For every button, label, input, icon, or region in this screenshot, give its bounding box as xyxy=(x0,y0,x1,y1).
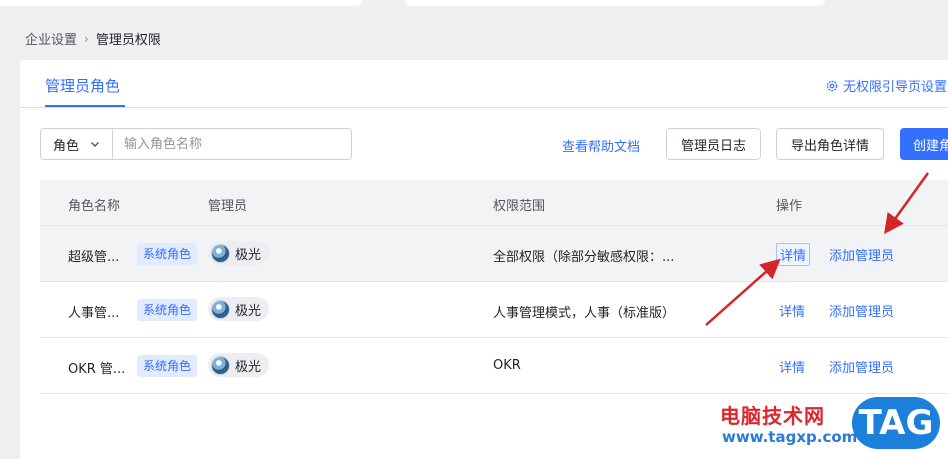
system-role-badge: 系统角色 xyxy=(137,243,198,265)
filter-select-value: 角色 xyxy=(53,138,80,154)
gear-icon xyxy=(826,80,838,91)
permission-scope: OKR xyxy=(493,358,521,373)
column-header-role-name: 角色名称 xyxy=(68,199,121,214)
tab-active-indicator xyxy=(45,105,125,107)
watermark-url: www.tagxp.com xyxy=(722,428,858,446)
filter-type-select[interactable]: 角色 xyxy=(41,129,113,159)
admin-name: 极光 xyxy=(235,359,262,375)
avatar xyxy=(211,243,230,263)
role-name: 超级管... xyxy=(68,250,120,265)
watermark-tag-logo: TAG xyxy=(852,397,940,449)
admin-name: 极光 xyxy=(235,303,262,319)
avatar xyxy=(211,299,230,319)
no-permission-guide-settings-link[interactable]: 无权限引导页设置 xyxy=(825,76,947,95)
roles-table: 角色名称 管理员 权限范围 操作 超级管... 系统角色 极光 全部权限（除部分… xyxy=(40,180,948,394)
avatar xyxy=(211,355,230,375)
system-role-badge: 系统角色 xyxy=(137,299,198,321)
admin-chip[interactable]: 极光 xyxy=(208,353,270,377)
export-role-details-button[interactable]: 导出角色详情 xyxy=(776,128,884,160)
breadcrumb-current: 管理员权限 xyxy=(95,33,161,48)
settings-link-label: 无权限引导页设置 xyxy=(843,80,948,95)
admin-log-button[interactable]: 管理员日志 xyxy=(666,128,761,160)
admin-chip[interactable]: 极光 xyxy=(208,241,270,265)
tab-bar: 管理员角色 无权限引导页设置 xyxy=(20,60,948,108)
add-admin-link[interactable]: 添加管理员 xyxy=(829,301,894,320)
role-filter: 角色 xyxy=(40,128,352,160)
top-search-box[interactable] xyxy=(405,0,825,6)
watermark-cn-text: 电脑技术网 xyxy=(720,404,825,428)
permission-scope: 全部权限（除部分敏感权限：... xyxy=(493,250,675,265)
detail-link[interactable]: 详情 xyxy=(776,301,808,320)
admin-chip[interactable]: 极光 xyxy=(208,297,270,321)
role-name: OKR 管... xyxy=(68,362,126,377)
add-admin-link[interactable]: 添加管理员 xyxy=(829,245,894,264)
system-role-badge: 系统角色 xyxy=(137,355,198,377)
breadcrumb-separator-icon: › xyxy=(84,31,89,46)
add-admin-link[interactable]: 添加管理员 xyxy=(829,357,894,376)
column-header-admin: 管理员 xyxy=(208,199,248,214)
detail-link[interactable]: 详情 xyxy=(776,243,811,266)
column-header-operations: 操作 xyxy=(776,199,803,214)
breadcrumb-parent[interactable]: 企业设置 xyxy=(25,29,77,48)
create-role-button[interactable]: 创建角 xyxy=(900,128,948,160)
admin-name: 极光 xyxy=(235,247,262,263)
role-name-search-input[interactable] xyxy=(113,129,351,159)
table-row: 超级管... 系统角色 极光 全部权限（除部分敏感权限：... 详情 添加管理员 xyxy=(40,226,948,282)
table-header: 角色名称 管理员 权限范围 操作 xyxy=(40,180,948,226)
permission-scope: 人事管理模式，人事（标准版） xyxy=(493,306,676,321)
column-header-scope: 权限范围 xyxy=(493,199,546,214)
top-bar-box-left xyxy=(0,0,362,6)
role-name: 人事管... xyxy=(68,306,120,321)
table-row: 人事管... 系统角色 极光 人事管理模式，人事（标准版） 详情 添加管理员 xyxy=(40,282,948,338)
top-bar-remnant xyxy=(0,0,948,14)
breadcrumb: 企业设置 › 管理员权限 xyxy=(25,29,161,49)
help-docs-link[interactable]: 查看帮助文档 xyxy=(562,136,640,155)
detail-link[interactable]: 详情 xyxy=(776,357,808,376)
tab-admin-roles[interactable]: 管理员角色 xyxy=(45,75,120,96)
chevron-down-icon xyxy=(91,142,100,147)
table-row: OKR 管... 系统角色 极光 OKR 详情 添加管理员 xyxy=(40,338,948,394)
